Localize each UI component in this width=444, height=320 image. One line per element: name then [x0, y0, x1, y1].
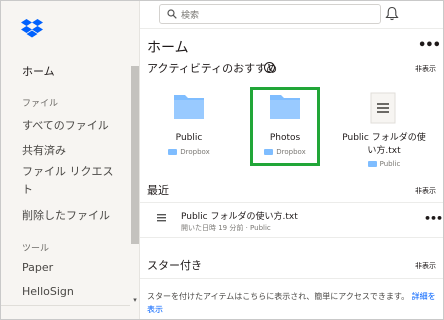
- window-border: [0, 0, 444, 320]
